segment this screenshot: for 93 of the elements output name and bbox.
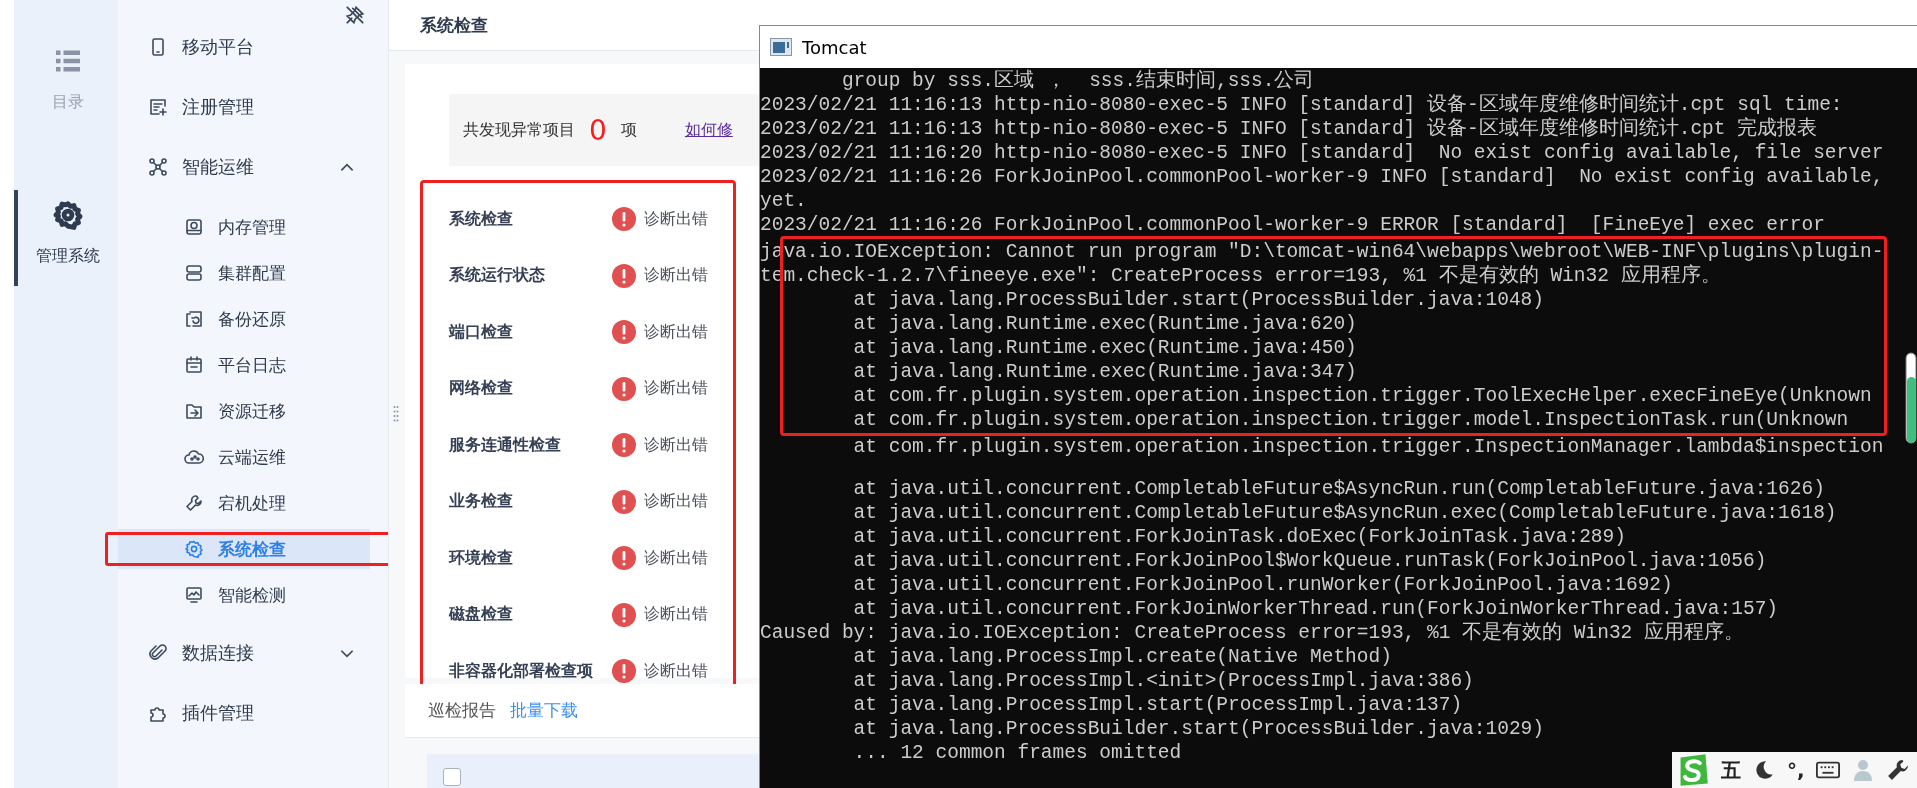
alert-icon [612, 433, 636, 458]
console-line: 2023/02/21 11:16:20 http-nio-8080-exec-5 INFO [standard] No exist config available, file server [760, 141, 1884, 165]
checkbox[interactable] [443, 768, 461, 787]
console-line: 2023/02/21 11:16:13 http-nio-8080-exec-5 INFO [standard] 设备-区域年度维修时间统计.cpt sql time: [760, 93, 1843, 117]
check-name: 磁盘检查 [449, 604, 514, 626]
alert-icon [612, 546, 636, 571]
nodes-icon [148, 157, 168, 177]
console-line: at java.lang.Runtime.exec(Runtime.java:450) [852, 336, 1357, 360]
drag-handle[interactable] [393, 404, 399, 424]
console-line: at com.fr.plugin.system.operation.inspection.trigger.ToolExecHelper.execFineEye(Unknown [852, 384, 1872, 408]
check-result: 诊断出错 [644, 660, 708, 682]
console-line: at java.util.concurrent.ForkJoinWorkerThread.run(ForkJoinWorkerThread.java:157) [852, 597, 1779, 621]
alert-icon [612, 489, 636, 514]
check-result: 诊断出错 [644, 434, 708, 456]
console-line: at com.fr.plugin.system.operation.inspection.trigger.InspectionManager.lambda$inspection [852, 435, 1884, 459]
keyboard-icon[interactable] [1815, 759, 1840, 781]
alert-icon [612, 263, 636, 288]
menu-item[interactable]: 集群配置 [118, 253, 370, 293]
section-label: 巡检报告 [428, 699, 496, 723]
summary-label: 共发现异常项目 [463, 119, 575, 141]
console-line: group by sss.区域 ， sss.结束时间,sss.公司 [840, 69, 1315, 93]
console-line: at java.lang.ProcessImpl.<init>(ProcessImpl.java:386) [852, 669, 1474, 693]
menu-item[interactable]: 移动平台 [118, 17, 388, 77]
ime-mode-button[interactable]: °, [1787, 758, 1805, 782]
menu-item[interactable]: 平台日志 [118, 345, 370, 385]
page-title: 系统检查 [420, 13, 488, 37]
check-result: 诊断出错 [644, 604, 708, 626]
calendar-icon [184, 355, 204, 375]
console-line: at java.lang.Runtime.exec(Runtime.java:620) [852, 312, 1357, 336]
check-name: 网络检查 [449, 378, 514, 400]
console-line: at java.util.concurrent.ForkJoinPool.runWorker(ForkJoinPool.java:1692) [852, 573, 1673, 597]
check-result: 诊断出错 [644, 321, 708, 343]
menu-item[interactable]: 注册管理 [118, 77, 388, 137]
alert-icon [612, 207, 636, 232]
restore-icon [184, 309, 204, 329]
anomaly-count: 0 [589, 113, 607, 147]
wrench-icon [184, 493, 204, 513]
console-line: 2023/02/21 11:16:26 ForkJoinPool.commonPool-worker-9 ERROR [standard] [FineEye] exec error [760, 213, 1825, 237]
summary-unit: 项 [620, 119, 637, 141]
menu-item[interactable]: 数据连接 [118, 623, 388, 683]
check-name: 环境检查 [449, 547, 514, 569]
paperclip-icon [148, 643, 168, 663]
side-handle[interactable] [1905, 352, 1917, 444]
console-line: at com.fr.plugin.system.operation.inspection.trigger.model.InspectionTask.run(Unknown [852, 408, 1849, 432]
menu-item[interactable]: 资源迁移 [118, 391, 370, 431]
console-line: at java.util.concurrent.ForkJoinPool$WorkQueue.runTask(ForkJoinPool.java:1056) [852, 549, 1767, 573]
menu-item[interactable]: 云端运维 [118, 437, 370, 477]
console-line: Caused by: java.io.IOException: CreateProcess error=193, %1 不是有效的 Win32 应用程序。 [760, 621, 1745, 645]
alert-icon [612, 320, 636, 345]
ime-mode-button[interactable]: 五 [1721, 756, 1741, 784]
check-name: 服务连通性检查 [449, 434, 562, 456]
console-line: yet. [760, 189, 807, 213]
menu-item[interactable]: 智能运维 [118, 137, 388, 197]
menu-item[interactable]: 宕机处理 [118, 483, 370, 523]
console-app-icon [770, 38, 792, 56]
console-line: 2023/02/21 11:16:26 ForkJoinPool.commonPool-worker-9 INFO [standard] No exist config available, [760, 165, 1884, 189]
folder-icon [184, 401, 204, 421]
menu-item[interactable]: 备份还原 [118, 299, 370, 339]
drive-icon [184, 217, 204, 237]
help-link[interactable]: 如何修 [684, 119, 733, 141]
gear-icon [53, 200, 83, 230]
pin-icon[interactable] [344, 4, 366, 26]
menu-item[interactable]: 插件管理 [118, 683, 388, 743]
server-icon [184, 263, 204, 283]
console-line: 2023/02/21 11:16:13 http-nio-8080-exec-5 INFO [standard] 设备-区域年度维修时间统计.cpt 完成报表 [760, 117, 1818, 141]
check-result: 诊断出错 [644, 547, 708, 569]
form-icon [148, 97, 168, 117]
check-name: 端口检查 [449, 321, 514, 343]
menu-item[interactable]: 智能检测 [118, 575, 370, 615]
console-line: at java.util.concurrent.ForkJoinTask.doExec(ForkJoinTask.java:289) [852, 525, 1626, 549]
check-result: 诊断出错 [644, 491, 708, 513]
check-result: 诊断出错 [644, 208, 708, 230]
console-line: at java.util.concurrent.CompletableFuture$AsyncRun.run(CompletableFuture.java:1626) [852, 477, 1825, 501]
alert-icon [612, 376, 636, 401]
cloud-icon [184, 447, 204, 467]
check-name: 系统运行状态 [449, 265, 546, 287]
check-result: 诊断出错 [644, 265, 708, 287]
check-result: 诊断出错 [644, 378, 708, 400]
console-line: at java.lang.ProcessBuilder.start(ProcessBuilder.java:1029) [852, 717, 1545, 741]
menu-item[interactable]: 内存管理 [118, 207, 370, 247]
check-name: 系统检查 [449, 208, 514, 230]
monitor-icon [184, 585, 204, 605]
check-name: 业务检查 [449, 491, 514, 513]
gear-icon [184, 539, 204, 559]
console-line: at java.lang.Runtime.exec(Runtime.java:347) [852, 360, 1357, 384]
console-line: at java.lang.ProcessImpl.start(ProcessImpl.java:137) [852, 693, 1463, 717]
window-title: Tomcat [802, 36, 867, 58]
check-name: 非容器化部署检查项 [449, 660, 594, 682]
console-line: ... 12 common frames omitted [852, 741, 1182, 765]
console-line: at java.util.concurrent.CompletableFuture$AsyncRun.exec(CompletableFuture.java:1618) [852, 501, 1837, 525]
console-line: at java.lang.ProcessBuilder.start(ProcessBuilder.java:1048) [852, 288, 1545, 312]
console-line: at java.lang.ProcessImpl.create(Native Method) [852, 645, 1392, 669]
alert-icon [612, 602, 636, 627]
